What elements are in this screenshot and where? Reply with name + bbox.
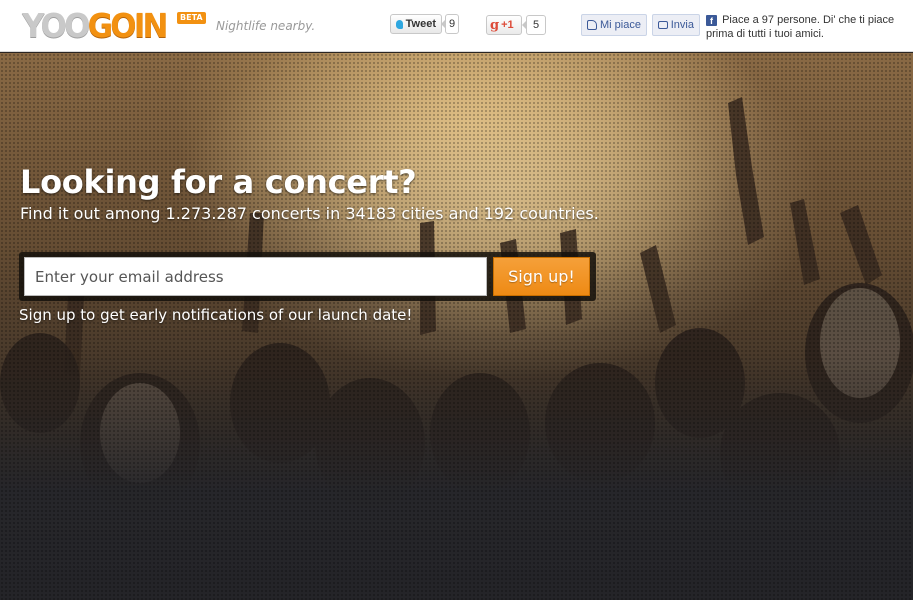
hero-headline: Looking for a concert? bbox=[20, 163, 417, 201]
logo-text-goin: GOIN bbox=[87, 6, 169, 45]
hero-section: Looking for a concert? Find it out among… bbox=[0, 53, 913, 600]
google-g-icon: g bbox=[490, 17, 500, 33]
gplus-label: +1 bbox=[501, 19, 514, 31]
tweet-count: 9 bbox=[441, 14, 459, 34]
top-bar: YOOGOIN BETA Nightlife nearby. Tweet 9 g… bbox=[0, 0, 913, 52]
speech-bubble-icon bbox=[658, 21, 668, 29]
logo-text-yoo: YOO bbox=[22, 6, 90, 45]
gplus-button[interactable]: g +1 bbox=[486, 15, 522, 35]
fb-social-text: f Piace a 97 persone. Di' che ti piace p… bbox=[706, 13, 906, 41]
signup-note: Sign up to get early notifications of ou… bbox=[19, 306, 413, 324]
dot-texture-overlay bbox=[0, 53, 913, 600]
fb-send-label: Invia bbox=[670, 19, 694, 31]
fb-social-sentence: Piace a 97 persone. Di' che ti piace pri… bbox=[706, 14, 895, 40]
site-logo[interactable]: YOOGOIN bbox=[22, 6, 169, 45]
beta-badge: BETA bbox=[177, 12, 206, 24]
tweet-button[interactable]: Tweet bbox=[390, 14, 442, 34]
hero-subline: Find it out among 1.273.287 concerts in … bbox=[20, 204, 599, 223]
signup-form: Sign up! bbox=[19, 252, 596, 301]
twitter-bird-icon bbox=[396, 19, 403, 29]
gplus-count: 5 bbox=[522, 15, 546, 35]
email-input[interactable] bbox=[24, 257, 487, 296]
fb-like-label: Mi piace bbox=[600, 19, 641, 31]
fb-like-button[interactable]: Mi piace bbox=[581, 14, 647, 36]
facebook-f-icon: f bbox=[706, 15, 717, 26]
fb-send-button[interactable]: Invia bbox=[652, 14, 700, 36]
signup-button[interactable]: Sign up! bbox=[493, 257, 590, 296]
thumbs-up-icon bbox=[587, 20, 597, 30]
tweet-label: Tweet bbox=[405, 18, 436, 30]
tagline: Nightlife nearby. bbox=[216, 19, 316, 33]
